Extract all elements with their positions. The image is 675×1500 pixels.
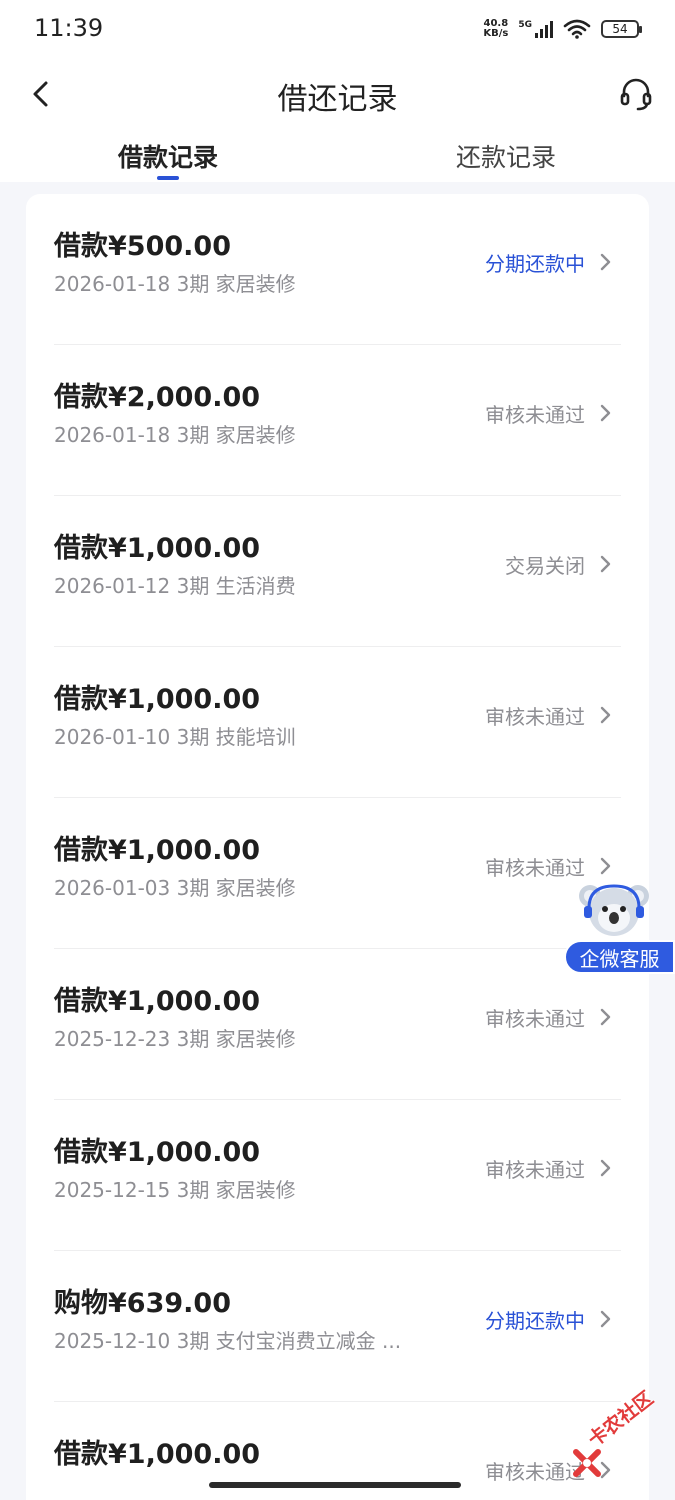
record-meta: 2026-01-12 3期 生活消费 <box>54 574 296 598</box>
record-meta: 2025-12-15 3期 家居装修 <box>54 1178 296 1202</box>
chevron-right-icon <box>600 1159 611 1177</box>
wecom-service-button[interactable]: 企微客服 <box>564 878 675 976</box>
record-status: 分期还款中 <box>485 1309 585 1333</box>
list-item[interactable]: 借款¥1,000.00 2025-12-23 3期 家居装修 审核未通过 <box>26 949 649 1100</box>
list-item[interactable]: 购物¥639.00 2025-12-10 3期 支付宝消费立减金 ... 分期还… <box>26 1251 649 1402</box>
tab-borrow-records[interactable]: 借款记录 <box>68 138 268 174</box>
chevron-right-icon <box>600 555 611 573</box>
list-item[interactable]: 借款¥500.00 2026-01-18 3期 家居装修 分期还款中 <box>26 194 649 345</box>
cellular-signal-icon: 5G <box>518 20 553 38</box>
chevron-right-icon <box>600 1310 611 1328</box>
watermark-logo-icon <box>573 1449 601 1477</box>
chevron-right-icon <box>600 1008 611 1026</box>
chevron-right-icon <box>600 706 611 724</box>
record-status: 审核未通过 <box>485 1158 585 1182</box>
page-title: 借还记录 <box>277 82 398 117</box>
battery-icon: 54 <box>601 20 642 38</box>
status-indicators: 40.8 KB/s 5G 54 <box>483 16 642 42</box>
chevron-right-icon <box>600 253 611 271</box>
record-meta: 2026-01-18 3期 家居装修 <box>54 272 296 296</box>
chevron-right-icon <box>600 857 611 875</box>
wifi-icon <box>563 19 591 39</box>
active-tab-indicator <box>157 176 179 180</box>
tab-repay-records[interactable]: 还款记录 <box>406 138 606 174</box>
record-status: 审核未通过 <box>485 403 585 427</box>
record-amount: 借款¥1,000.00 <box>54 533 261 564</box>
status-bar: 11:39 40.8 KB/s 5G 54 <box>0 0 675 58</box>
record-meta: 2025-12-23 3期 家居装修 <box>54 1027 296 1051</box>
record-meta: 2026-01-03 3期 家居装修 <box>54 876 296 900</box>
record-tabs: 借款记录 还款记录 <box>0 130 675 182</box>
record-amount: 购物¥639.00 <box>54 1288 231 1319</box>
record-status: 审核未通过 <box>485 1460 585 1484</box>
record-amount: 借款¥2,000.00 <box>54 382 261 413</box>
records-list: 借款¥500.00 2026-01-18 3期 家居装修 分期还款中 借款¥2,… <box>26 194 649 1500</box>
record-amount: 借款¥1,000.00 <box>54 1439 261 1470</box>
home-indicator[interactable] <box>209 1482 461 1488</box>
list-item[interactable]: 借款¥1,000.00 2026-01-03 3期 家居装修 审核未通过 <box>26 798 649 949</box>
record-status: 交易关闭 <box>505 554 585 578</box>
network-speed: 40.8 KB/s <box>483 18 509 39</box>
record-meta: 2026-01-18 3期 家居装修 <box>54 423 296 447</box>
list-item[interactable]: 借款¥2,000.00 2026-01-18 3期 家居装修 审核未通过 <box>26 345 649 496</box>
record-amount: 借款¥500.00 <box>54 231 231 262</box>
koala-mascot-icon <box>579 884 649 936</box>
record-amount: 借款¥1,000.00 <box>54 835 261 866</box>
record-meta: 2025-12-10 3期 支付宝消费立减金 ... <box>54 1329 402 1353</box>
record-amount: 借款¥1,000.00 <box>54 684 261 715</box>
record-amount: 借款¥1,000.00 <box>54 986 261 1017</box>
wecom-service-label: 企微客服 <box>564 940 675 974</box>
status-time: 11:39 <box>34 14 104 42</box>
navigation-bar: 借还记录 <box>0 58 675 130</box>
record-status: 审核未通过 <box>485 1007 585 1031</box>
record-status: 分期还款中 <box>485 252 585 276</box>
record-amount: 借款¥1,000.00 <box>54 1137 261 1168</box>
list-item[interactable]: 借款¥1,000.00 2025-12-15 3期 家居装修 审核未通过 <box>26 1100 649 1251</box>
list-item[interactable]: 借款¥1,000.00 2026-01-10 3期 技能培训 审核未通过 <box>26 647 649 798</box>
record-status: 审核未通过 <box>485 705 585 729</box>
chevron-right-icon <box>600 404 611 422</box>
record-status: 审核未通过 <box>485 856 585 880</box>
record-meta: 2026-01-10 3期 技能培训 <box>54 725 296 749</box>
headset-icon[interactable] <box>619 76 653 112</box>
watermark: 卡农社区 <box>572 1387 675 1482</box>
list-item[interactable]: 借款¥1,000.00 2026-01-12 3期 生活消费 交易关闭 <box>26 496 649 647</box>
